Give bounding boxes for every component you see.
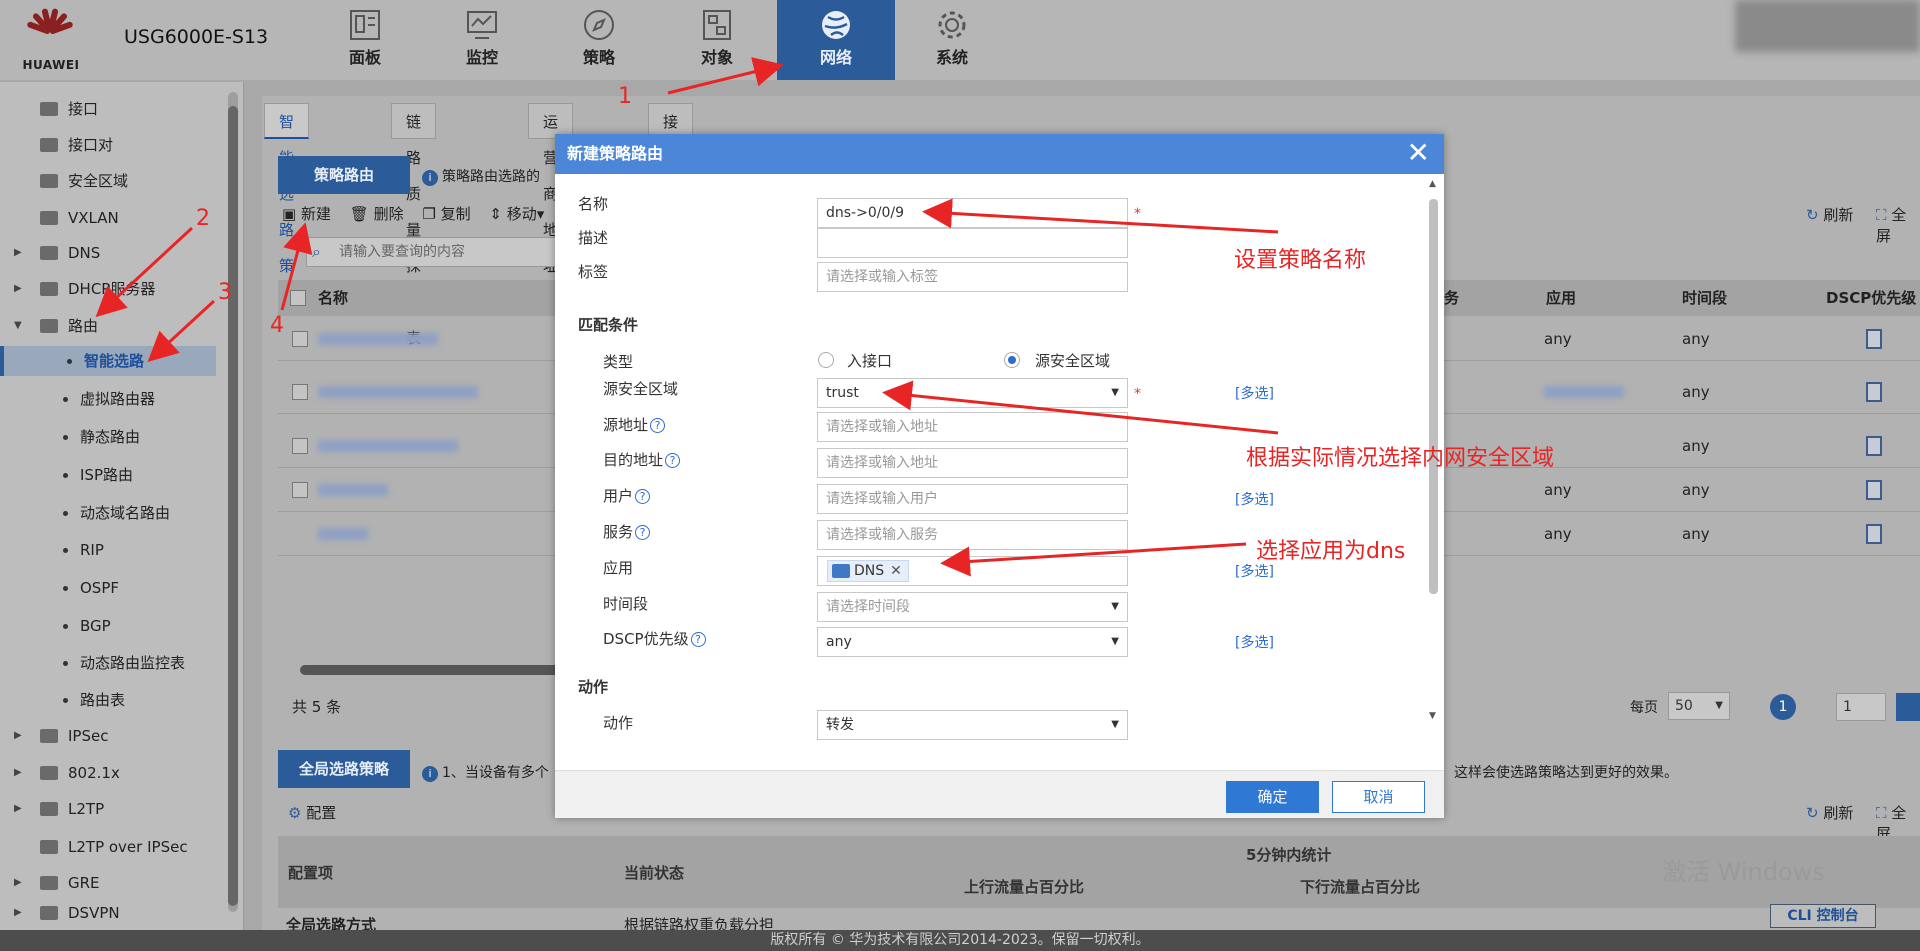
annotation-arrows [95, 57, 1279, 577]
annotation-number-3: 3 [218, 280, 232, 305]
annotation-choose-zone: 根据实际情况选择内网安全区域 [1246, 446, 1555, 471]
annotation-set-name: 设置策略名称 [1234, 248, 1367, 273]
annotation-number-4: 4 [270, 313, 284, 338]
annotation-choose-app: 选择应用为dns [1256, 539, 1406, 564]
annotation-number-1: 1 [618, 84, 632, 109]
annotation-number-2: 2 [196, 206, 210, 231]
